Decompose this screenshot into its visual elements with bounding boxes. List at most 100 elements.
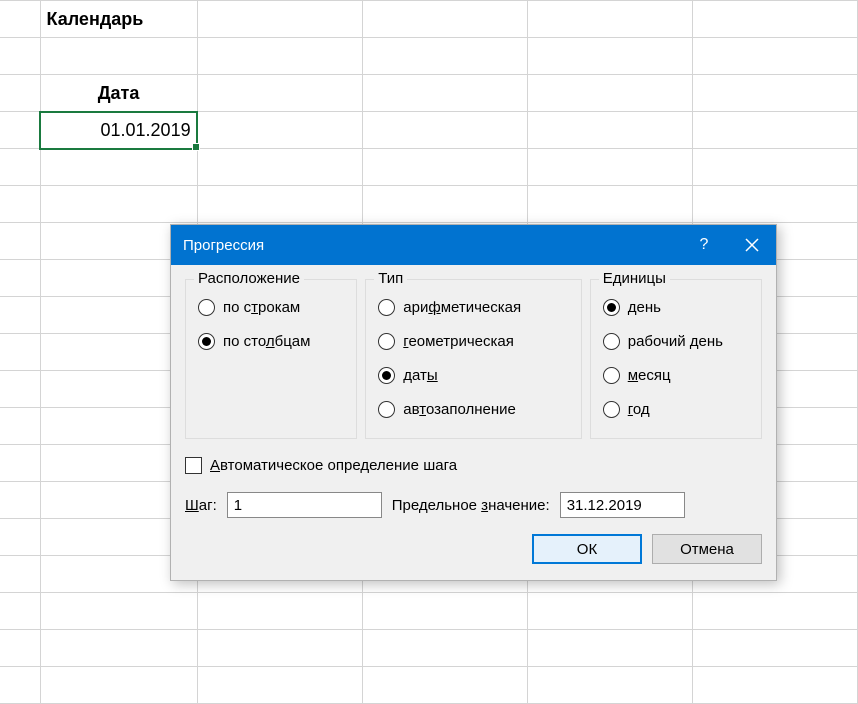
cell[interactable] (527, 149, 692, 186)
radio-label: день (628, 299, 661, 316)
cell[interactable] (40, 186, 197, 223)
radio-weekday[interactable]: рабочий день (603, 324, 749, 358)
radio-label: по столбцам (223, 333, 310, 350)
cell[interactable] (0, 1, 40, 38)
cell[interactable] (0, 38, 40, 75)
cell[interactable] (692, 667, 857, 704)
cell[interactable] (692, 593, 857, 630)
ok-button[interactable]: ОК (532, 534, 642, 564)
cell[interactable] (0, 630, 40, 667)
cell[interactable] (40, 38, 197, 75)
cell[interactable] (0, 482, 40, 519)
cell[interactable] (0, 149, 40, 186)
cell[interactable] (0, 667, 40, 704)
selected-cell[interactable]: 01.01.2019 (40, 112, 197, 149)
cell[interactable] (692, 38, 857, 75)
cell[interactable] (0, 334, 40, 371)
checkbox-icon (185, 457, 202, 474)
cell-header[interactable]: Дата (40, 75, 197, 112)
close-button[interactable] (728, 225, 776, 265)
radio-icon (378, 401, 395, 418)
cell[interactable] (0, 556, 40, 593)
cell[interactable] (362, 667, 527, 704)
cell[interactable] (527, 1, 692, 38)
cell[interactable] (197, 38, 362, 75)
checkbox-trend[interactable]: Автоматическое определение шага (185, 457, 762, 474)
cell[interactable] (527, 667, 692, 704)
cell[interactable] (527, 186, 692, 223)
cell[interactable] (197, 112, 362, 149)
radio-month[interactable]: месяц (603, 358, 749, 392)
radio-year[interactable]: год (603, 392, 749, 426)
cancel-button[interactable]: Отмена (652, 534, 762, 564)
cell[interactable] (362, 149, 527, 186)
cell[interactable] (362, 75, 527, 112)
radio-icon (198, 333, 215, 350)
cell[interactable] (527, 112, 692, 149)
radio-label: рабочий день (628, 333, 723, 350)
cell[interactable] (362, 630, 527, 667)
cell[interactable] (527, 593, 692, 630)
radio-columns[interactable]: по столбцам (198, 324, 344, 358)
radio-icon (603, 333, 620, 350)
cell[interactable] (197, 149, 362, 186)
cell[interactable] (197, 186, 362, 223)
help-button[interactable]: ? (680, 225, 728, 265)
radio-rows[interactable]: по строкам (198, 290, 344, 324)
cell[interactable] (692, 1, 857, 38)
radio-label: год (628, 401, 650, 418)
cell[interactable] (0, 112, 40, 149)
radio-icon (603, 299, 620, 316)
cell[interactable] (0, 593, 40, 630)
cell[interactable] (197, 1, 362, 38)
radio-label: автозаполнение (403, 401, 516, 418)
cell[interactable] (197, 593, 362, 630)
cell[interactable] (527, 38, 692, 75)
step-input[interactable] (227, 492, 382, 518)
radio-day[interactable]: день (603, 290, 749, 324)
cell[interactable] (692, 186, 857, 223)
radio-icon (198, 299, 215, 316)
radio-label: месяц (628, 367, 671, 384)
stop-label: Предельное значение: (392, 497, 550, 514)
cell[interactable] (40, 149, 197, 186)
cell[interactable] (40, 667, 197, 704)
cell[interactable] (362, 593, 527, 630)
cell[interactable] (0, 186, 40, 223)
cell[interactable] (692, 149, 857, 186)
cell[interactable] (692, 630, 857, 667)
stop-input[interactable] (560, 492, 685, 518)
radio-geometric[interactable]: геометрическая (378, 324, 568, 358)
cell[interactable] (0, 223, 40, 260)
cell[interactable] (197, 75, 362, 112)
checkbox-label: Автоматическое определение шага (210, 457, 457, 474)
cell[interactable] (362, 38, 527, 75)
cell[interactable] (362, 186, 527, 223)
cell[interactable] (197, 630, 362, 667)
titlebar[interactable]: Прогрессия ? (171, 225, 776, 265)
cell-title[interactable]: Календарь (40, 1, 197, 38)
cell[interactable] (0, 260, 40, 297)
radio-icon (603, 401, 620, 418)
cell[interactable] (527, 75, 692, 112)
cell[interactable] (692, 112, 857, 149)
cell[interactable] (0, 408, 40, 445)
cell[interactable] (0, 297, 40, 334)
cell[interactable] (0, 75, 40, 112)
cell[interactable] (0, 445, 40, 482)
step-label: Шаг: (185, 497, 217, 514)
cell[interactable] (362, 112, 527, 149)
cell[interactable] (692, 75, 857, 112)
radio-arithmetic[interactable]: арифметическая (378, 290, 568, 324)
radio-icon (378, 299, 395, 316)
cell[interactable] (40, 630, 197, 667)
cell[interactable] (197, 667, 362, 704)
cell[interactable] (40, 593, 197, 630)
cell[interactable] (0, 519, 40, 556)
cell[interactable] (527, 630, 692, 667)
radio-dates[interactable]: даты (378, 358, 568, 392)
radio-autofill[interactable]: автозаполнение (378, 392, 568, 426)
cell[interactable] (362, 1, 527, 38)
radio-icon (378, 367, 395, 384)
cell[interactable] (0, 371, 40, 408)
